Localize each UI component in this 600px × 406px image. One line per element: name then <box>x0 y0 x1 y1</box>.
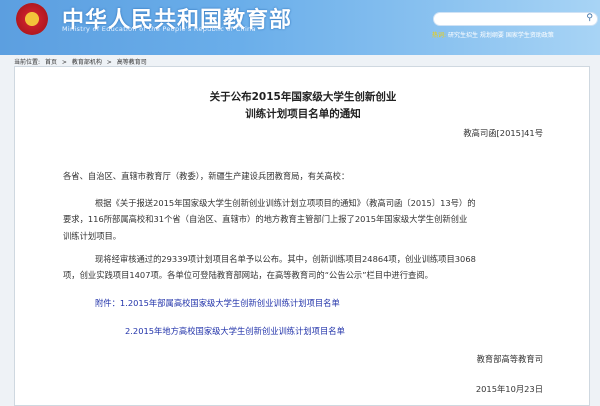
hot-words-label: 热词: <box>432 32 447 39</box>
site-header: 中华人民共和国教育部 Ministry of Education of the … <box>0 0 600 55</box>
signature: 教育部高等教育司 <box>476 354 543 364</box>
breadcrumb-item[interactable]: 高等教育司 <box>117 59 147 66</box>
date: 2015年10月23日 <box>475 384 543 394</box>
search-icon[interactable]: ⚲ <box>586 13 593 23</box>
paragraph-line: 根据《关于报送2015年国家级大学生创新创业训练计划立项项目的通知》（教高司函〔… <box>95 198 476 208</box>
site-title-english: Ministry of Education of the People's Re… <box>62 25 256 33</box>
breadcrumb-separator: > <box>61 59 67 66</box>
breadcrumb-item[interactable]: 教育部机构 <box>72 59 102 66</box>
attachment-label: 附件： <box>95 298 120 308</box>
salutation: 各省、自治区、直辖市教育厅（教委），新疆生产建设兵团教育局，有关高校： <box>63 171 350 181</box>
hot-word-link[interactable]: 规划纲要 <box>480 32 504 39</box>
national-emblem-icon <box>16 3 48 35</box>
attachment-link[interactable]: 2.2015年地方高校国家级大学生创新创业训练计划项目名单 <box>125 323 345 340</box>
article-content: 关于公布2015年国家级大学生创新创业 训练计划项目名单的通知 教高司函[201… <box>14 66 590 406</box>
hot-word-link[interactable]: 国家学生资助政策 <box>506 32 554 39</box>
paragraph-line: 项，创业实践项目1407项。各单位可登陆教育部网站，在高等教育司的“公告公示”栏… <box>63 270 433 280</box>
paragraph-line: 训练计划项目。 <box>63 231 122 241</box>
attachment-link[interactable]: 1.2015年部属高校国家级大学生创新创业训练计划项目名单 <box>120 298 340 308</box>
paragraph-line: 要求，116所部属高校和31个省（自治区、直辖市）的地方教育主管部门上报了201… <box>63 214 468 224</box>
article-title: 训练计划项目名单的通知 <box>245 108 361 120</box>
breadcrumb: 当前位置: 首页 > 教育部机构 > 高等教育司 <box>14 57 150 66</box>
attachment-1[interactable]: 附件：1.2015年部属高校国家级大学生创新创业训练计划项目名单 <box>95 295 340 312</box>
paragraph-line: 现将经审核通过的29339项计划项目名单予以公布。其中，创新训练项目24864项… <box>95 254 476 264</box>
hot-word-link[interactable]: 研究生招生 <box>448 32 478 39</box>
breadcrumb-separator: > <box>106 59 112 66</box>
document-number: 教高司函[2015]41号 <box>463 128 543 138</box>
breadcrumb-home[interactable]: 首页 <box>45 59 57 66</box>
article-title: 关于公布2015年国家级大学生创新创业 <box>209 91 397 103</box>
search-input[interactable]: ⚲ <box>433 12 598 26</box>
breadcrumb-label: 当前位置: <box>14 59 41 66</box>
hot-words: 热词: 研究生招生 规划纲要 国家学生资助政策 <box>432 30 554 39</box>
